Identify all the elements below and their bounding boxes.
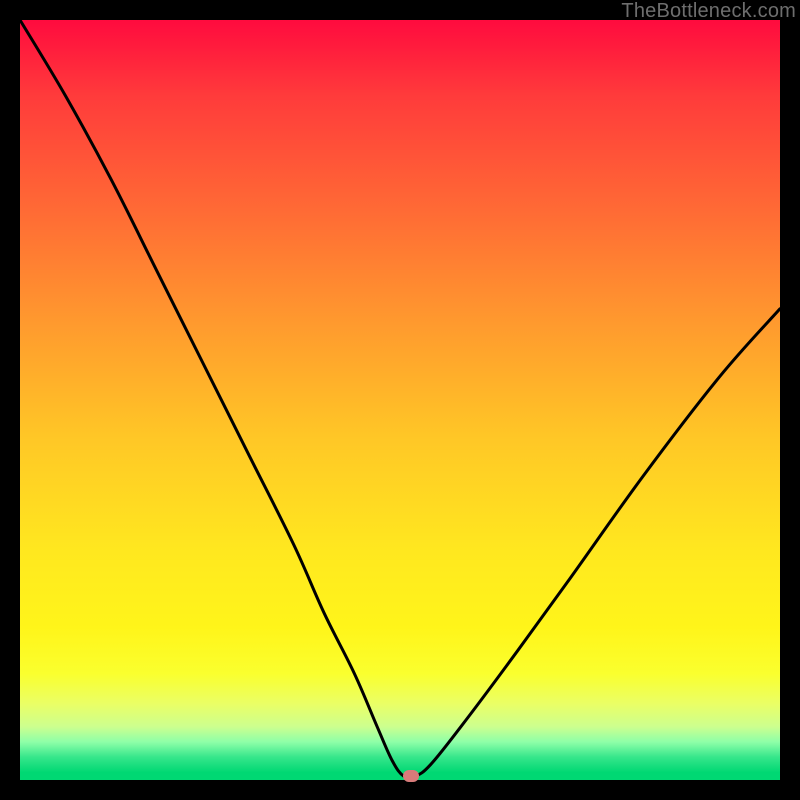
bottleneck-curve xyxy=(20,20,780,780)
chart-frame: TheBottleneck.com xyxy=(0,0,800,800)
optimal-point-marker xyxy=(403,770,419,782)
plot-area xyxy=(20,20,780,780)
